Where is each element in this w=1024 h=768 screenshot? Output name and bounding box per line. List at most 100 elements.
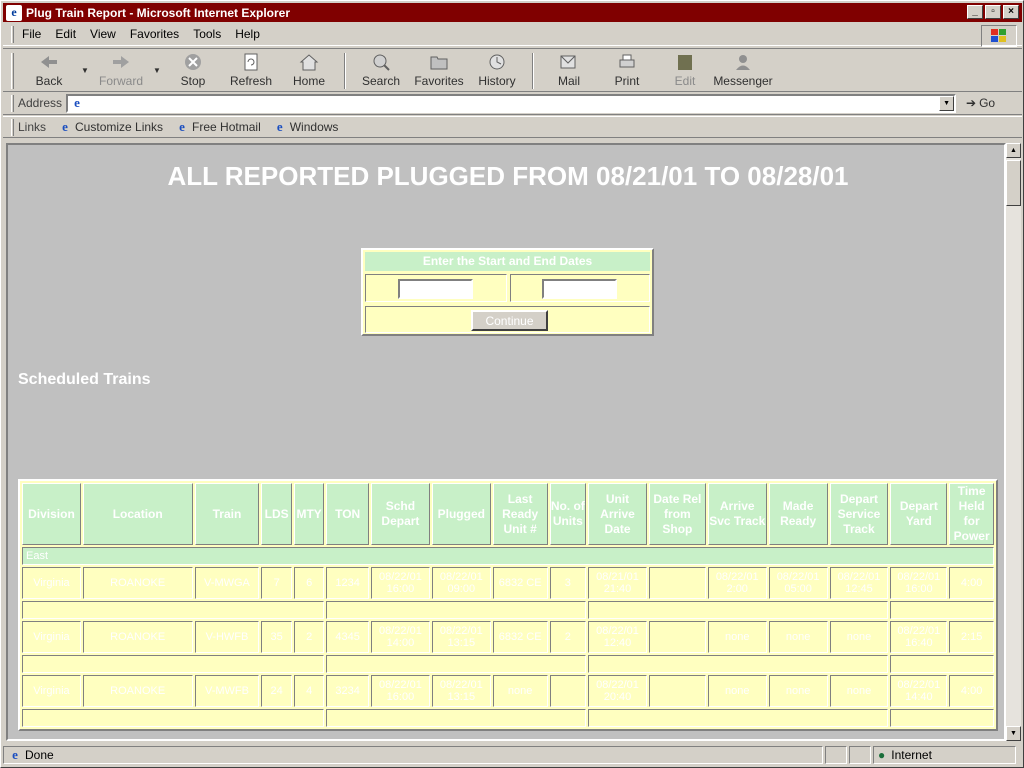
cell-location: ROANOKE [82,675,193,707]
col-time-held-for-power: Time Held for Power [949,483,994,545]
col-plugged: Plugged [431,483,491,545]
edit-icon [673,52,697,72]
favorites-button[interactable]: Favorites [410,52,468,88]
cell-no-of-units: 3 [549,567,587,599]
cell-no-of-units: 2 [549,621,587,653]
col-division: Division [22,483,81,545]
link-windows[interactable]: e Windows [273,119,339,134]
link-free-hotmail[interactable]: e Free Hotmail [175,119,261,134]
cell-schd-depart: 08/22/01 16:00 [370,567,430,599]
menu-grip [11,25,14,43]
menu-view[interactable]: View [90,27,116,41]
cell-arrive-svc-track: 08/22/01 2:00 [707,567,767,599]
scroll-up-icon[interactable]: ▲ [1006,143,1021,158]
refresh-label: Refresh [229,74,273,88]
history-button[interactable]: History [468,52,526,88]
minimize-button[interactable]: _ [967,5,983,19]
home-icon [297,52,321,72]
back-label: Back [35,74,63,88]
edit-label: Edit [674,74,696,88]
search-button[interactable]: Search [352,52,410,88]
menu-file[interactable]: File [22,27,41,41]
cell-mty: 2 [293,621,325,653]
status-panel [825,746,847,764]
page-content: ALL REPORTED PLUGGED FROM 08/21/01 TO 08… [6,143,1006,741]
stop-label: Stop [180,74,206,88]
forward-dropdown-icon[interactable]: ▼ [150,52,164,75]
continue-button[interactable]: Continue [471,310,548,331]
menu-tools[interactable]: Tools [193,27,221,41]
title-bar: e Plug Train Report - Microsoft Internet… [3,3,1022,22]
forward-button[interactable]: Forward [92,52,150,88]
address-dropdown-icon[interactable]: ▼ [939,95,955,111]
home-button[interactable]: Home [280,52,338,88]
subgroup-cell [326,709,587,727]
menu-help[interactable]: Help [235,27,260,41]
close-button[interactable]: × [1003,5,1019,19]
cell-date-rel-from-shop [648,567,706,599]
ie-logo-icon: e [6,4,22,21]
cell-location: ROANOKE [82,621,193,653]
stop-button[interactable]: Stop [164,52,222,88]
cell-no-of-units [549,675,587,707]
group-row [22,655,994,673]
table-body: East Virginia ROANOKE V-MWGA 7 6 1234 08/22/01 … [22,547,994,727]
col-unit-arrive-date: Unit Arrive Date [588,483,647,545]
start-date-input[interactable] [398,279,473,299]
links-label: Links [18,120,47,134]
group-row [22,601,994,619]
scroll-down-icon[interactable]: ▼ [1006,726,1021,741]
vertical-scrollbar[interactable]: ▲ ▼ [1006,143,1021,741]
subgroup-cell [22,601,325,619]
col-made-ready: Made Ready [768,483,828,545]
messenger-button[interactable]: Messenger [713,52,773,88]
cell-depart-service-track: none [829,675,889,707]
cell-train: V-MWFB [194,675,260,707]
link-label: Free Hotmail [192,120,261,134]
mail-button[interactable]: Mail [540,52,598,88]
address-grip [11,94,14,112]
cell-depart-yard: 08/22/01 16:40 [890,621,948,653]
back-button[interactable]: Back [20,52,78,88]
standard-toolbar: Back ▼ Forward ▼ Stop Refresh Home Searc… [3,48,1022,92]
subgroup-cell [588,601,889,619]
menu-edit[interactable]: Edit [55,27,76,41]
edit-button[interactable]: Edit [656,52,714,88]
address-input[interactable]: e ▼ [66,93,957,113]
cell-ton: 1234 [326,567,369,599]
table-row: Virginia ROANOKE V-MWGA 7 6 1234 08/22/01 16:0… [22,567,994,599]
subgroup-cell [890,655,994,673]
ie-page-icon: e [12,747,18,762]
cell-ton: 4345 [326,621,369,653]
link-label: Windows [289,120,339,134]
forward-label: Forward [98,74,143,88]
window-title: Plug Train Report - Microsoft Internet E… [26,5,291,20]
end-date-input[interactable] [542,279,617,299]
link-label: Customize Links [75,120,164,134]
link-customize-links[interactable]: e Customize Links [58,119,164,134]
col-date-rel-from-shop: Date Rel from Shop [648,483,706,545]
home-label: Home [292,74,325,88]
mail-icon [557,52,581,72]
group-label: East [22,547,994,565]
scroll-thumb[interactable] [1006,160,1021,206]
back-dropdown-icon[interactable]: ▼ [78,52,92,75]
page-title: ALL REPORTED PLUGGED FROM 08/21/01 TO 08… [167,161,849,191]
cell-time-held-for-power: 2:15 [949,621,994,653]
cell-time-held-for-power: 4:00 [949,675,994,707]
cell-schd-depart: 08/22/01 16:00 [370,675,430,707]
cell-last-ready-unit: none [492,675,548,707]
address-bar: Address e ▼ ➔ Go [3,92,1022,115]
cell-lds: 35 [261,621,292,653]
print-button[interactable]: Print [598,52,656,88]
toolbar-grip [11,53,14,89]
refresh-button[interactable]: Refresh [222,52,280,88]
address-label: Address [18,96,63,110]
cell-lds: 24 [261,675,292,707]
subgroup-cell [588,709,889,727]
maximize-button[interactable]: ▫ [985,5,1001,19]
status-bar: e Done ● Internet [3,744,1022,766]
go-button[interactable]: ➔ Go [966,96,995,110]
cell-division: Virginia [22,675,81,707]
menu-favorites[interactable]: Favorites [130,27,179,41]
